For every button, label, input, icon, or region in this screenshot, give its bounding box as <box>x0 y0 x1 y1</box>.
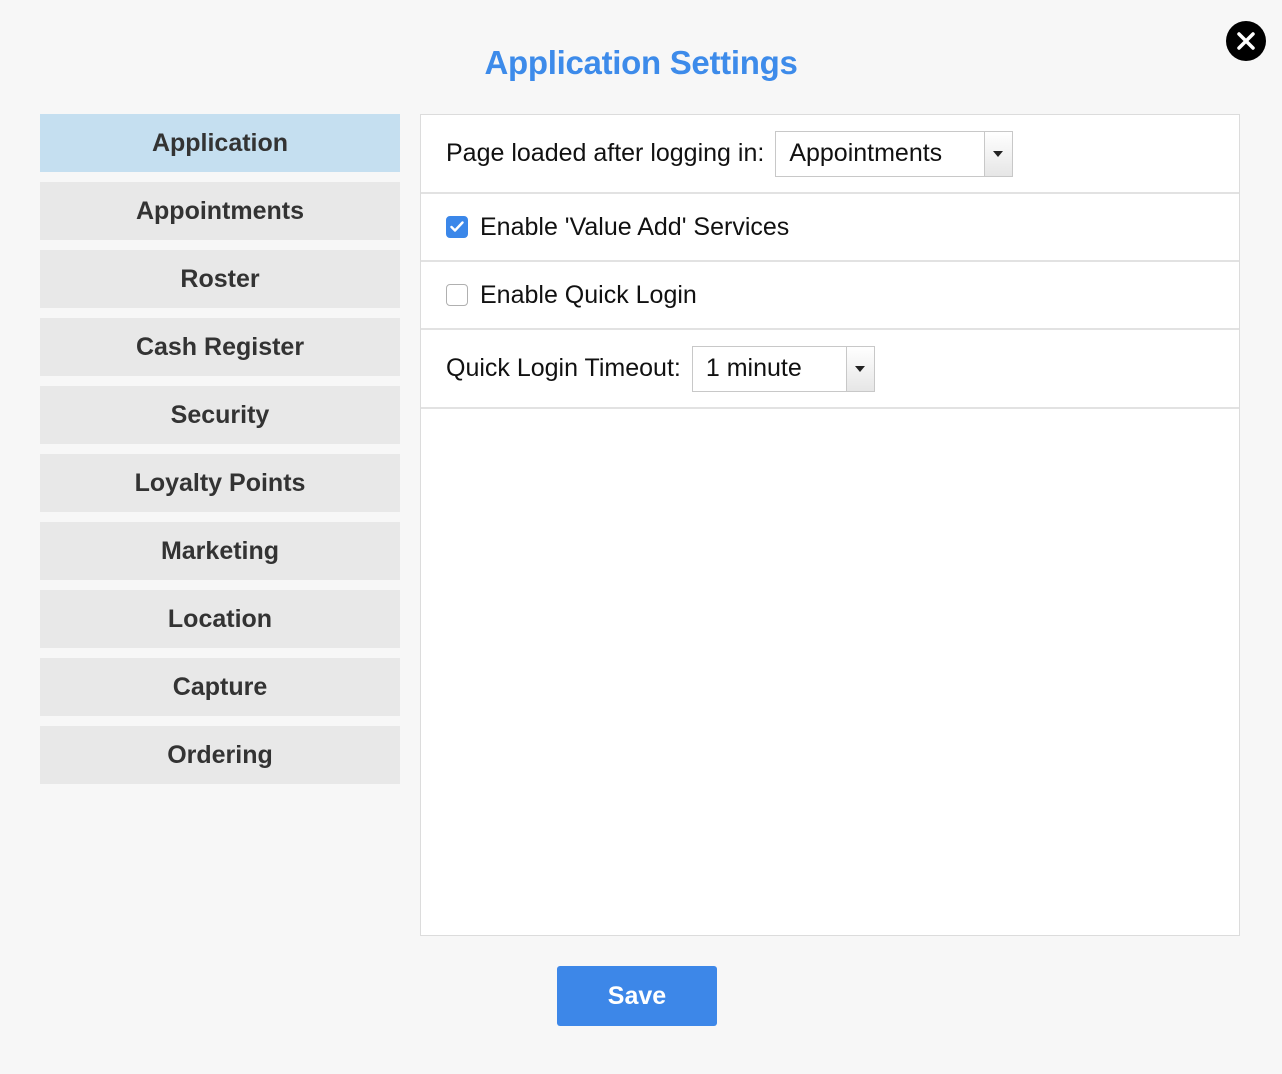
select-value: 1 minute <box>705 354 802 382</box>
page-after-login-label: Page loaded after logging in: <box>446 139 765 167</box>
value-add-checkbox[interactable] <box>446 216 468 238</box>
sidebar-item-label: Location <box>167 604 273 633</box>
quick-login-timeout-select[interactable]: 1 minute <box>691 345 875 392</box>
sidebar-item-capture[interactable]: Capture <box>40 658 400 716</box>
select-value: Appointments <box>789 139 943 167</box>
setting-row-quick-login-timeout: Quick Login Timeout: 1 minute <box>421 330 1239 409</box>
sidebar-item-label: Ordering <box>167 740 273 769</box>
sidebar-item-label: Marketing <box>160 536 280 565</box>
settings-panel: Page loaded after logging in: Appointmen… <box>420 114 1240 936</box>
close-icon <box>1237 32 1255 50</box>
sidebar-item-label: Application <box>151 128 289 157</box>
sidebar-item-ordering[interactable]: Ordering <box>40 726 400 784</box>
sidebar-item-marketing[interactable]: Marketing <box>40 522 400 580</box>
sidebar-item-security[interactable]: Security <box>40 386 400 444</box>
sidebar-item-loyalty-points[interactable]: Loyalty Points <box>40 454 400 512</box>
chevron-down-icon[interactable] <box>845 346 874 391</box>
quick-login-timeout-label: Quick Login Timeout: <box>446 354 681 382</box>
sidebar-item-label: Roster <box>180 264 260 293</box>
setting-row-page-after-login: Page loaded after logging in: Appointmen… <box>421 115 1239 194</box>
setting-row-quick-login: Enable Quick Login <box>421 262 1239 330</box>
sidebar-item-roster[interactable]: Roster <box>40 250 400 308</box>
sidebar-item-cash-register[interactable]: Cash Register <box>40 318 400 376</box>
sidebar-item-application[interactable]: Application <box>40 114 400 172</box>
quick-login-checkbox[interactable] <box>446 284 468 306</box>
setting-row-value-add: Enable 'Value Add' Services <box>421 194 1239 262</box>
value-add-label: Enable 'Value Add' Services <box>480 212 790 241</box>
sidebar-item-appointments[interactable]: Appointments <box>40 182 400 240</box>
page-after-login-select[interactable]: Appointments <box>775 130 1014 177</box>
page-title: Application Settings <box>484 44 798 81</box>
settings-sidebar: Application Appointments Roster Cash Reg… <box>40 114 400 794</box>
quick-login-label: Enable Quick Login <box>480 280 697 309</box>
sidebar-item-label: Security <box>170 400 270 429</box>
sidebar-item-label: Cash Register <box>135 332 305 361</box>
sidebar-item-label: Loyalty Points <box>134 468 306 497</box>
chevron-down-icon[interactable] <box>984 131 1013 176</box>
sidebar-item-label: Appointments <box>135 196 305 225</box>
sidebar-item-label: Capture <box>172 672 268 701</box>
save-button[interactable]: Save <box>557 966 717 1026</box>
sidebar-item-location[interactable]: Location <box>40 590 400 648</box>
check-icon <box>450 221 464 232</box>
close-button[interactable] <box>1226 21 1266 61</box>
